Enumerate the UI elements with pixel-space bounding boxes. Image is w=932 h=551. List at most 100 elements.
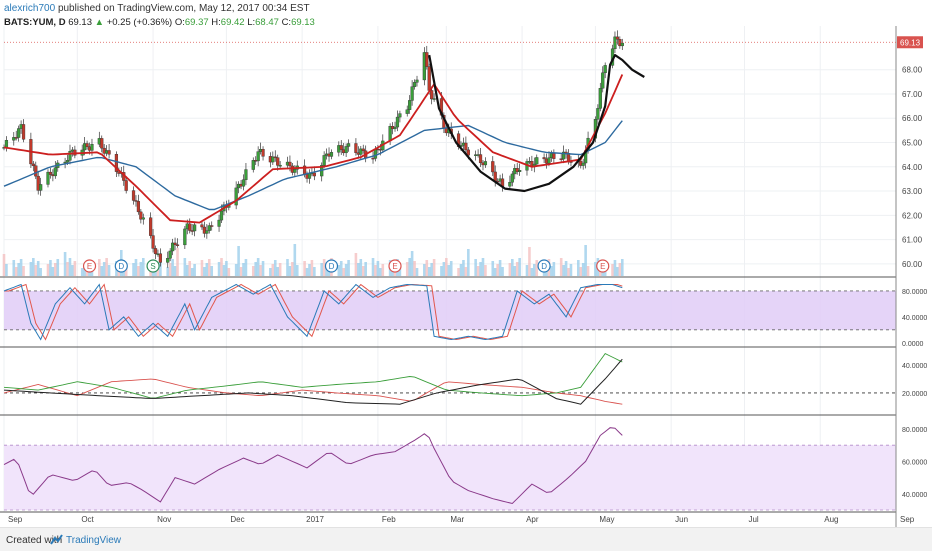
- rsi-axis-label: 40.0000: [902, 492, 927, 499]
- candle-body: [39, 184, 43, 191]
- volume-bar: [481, 258, 485, 276]
- candle-body: [493, 171, 497, 182]
- volume-bar: [271, 264, 275, 276]
- volume-bar: [427, 267, 431, 276]
- volume-bar: [102, 262, 106, 276]
- candle-body: [65, 160, 70, 163]
- volume-bar: [405, 262, 409, 276]
- event-marker: D: [537, 259, 551, 273]
- volume-bar: [217, 262, 221, 276]
- event-label: D: [329, 262, 335, 271]
- volume-bar: [244, 259, 248, 276]
- event-marker: D: [324, 259, 339, 273]
- footer-bar: Created with TradingView: [0, 527, 932, 551]
- volume-bar: [423, 264, 426, 276]
- volume-bar: [98, 259, 101, 276]
- dmi-axis-label: 40.0000: [902, 363, 927, 370]
- volume-bar: [430, 263, 433, 276]
- stoch-band: [4, 290, 896, 330]
- candle-body: [183, 228, 187, 246]
- volume-bar: [432, 259, 436, 276]
- candle-body: [205, 230, 209, 234]
- volume-bar: [613, 260, 617, 276]
- candle-body: [166, 258, 170, 263]
- volume-bar: [286, 259, 289, 276]
- volume-bar: [259, 265, 262, 276]
- volume-bar: [408, 258, 411, 276]
- volume-bar: [579, 267, 583, 276]
- candle-body: [175, 244, 180, 246]
- candle-body: [518, 170, 522, 172]
- candle-body: [312, 172, 316, 177]
- candle-body: [68, 151, 72, 161]
- stoch-axis-label: 40.0000: [902, 315, 927, 322]
- volume-bar: [508, 263, 512, 276]
- dmi-minus-line: [3, 378, 623, 405]
- volume-bar: [220, 258, 223, 276]
- chart-svg[interactable]: 68.00 67.00 66.00 65.00 64.00 63.00 62.00 61.00…: [0, 0, 932, 527]
- volume-bar: [141, 258, 145, 276]
- volume-bar: [359, 259, 363, 276]
- volume-bar: [310, 260, 314, 276]
- candle-body: [100, 138, 104, 149]
- volume-bar: [107, 265, 111, 276]
- volume-bar: [17, 263, 20, 276]
- candle-body: [478, 154, 483, 164]
- volume-bar: [295, 265, 299, 276]
- candle-body: [153, 248, 158, 255]
- volume-bar: [344, 264, 348, 276]
- volume-bar: [442, 262, 446, 276]
- candle-body: [251, 160, 255, 170]
- volume-bar: [276, 267, 280, 276]
- volume-bar: [611, 264, 614, 276]
- volume-bar: [203, 267, 206, 276]
- candle-body: [136, 201, 141, 213]
- volume-bar: [278, 263, 282, 276]
- volume-bar: [361, 266, 365, 276]
- volume-bar: [100, 266, 104, 276]
- volume-bar: [63, 252, 67, 276]
- volume-bar: [476, 266, 480, 276]
- candle-body: [601, 72, 605, 89]
- volume-bar: [2, 254, 6, 276]
- candle-body: [173, 242, 177, 245]
- candle-body: [107, 150, 111, 155]
- candle-body: [85, 143, 89, 147]
- event-marker: E: [388, 259, 402, 273]
- volume-bar: [464, 267, 468, 276]
- volume-bar: [139, 262, 143, 276]
- tradingview-link[interactable]: TradingView: [66, 535, 121, 546]
- event-label: D: [118, 262, 124, 271]
- candle-body: [124, 180, 128, 191]
- volume-bar: [210, 266, 214, 276]
- candle-body: [427, 66, 431, 91]
- volume-bar: [379, 268, 382, 276]
- event-marker: E: [82, 259, 97, 273]
- volume-bar: [29, 262, 33, 276]
- volume-bar: [56, 259, 60, 276]
- x-axis-label: Apr: [526, 515, 539, 524]
- volume-bar: [525, 265, 529, 276]
- candle-body: [158, 253, 163, 263]
- volume-bar: [205, 263, 209, 276]
- event-marker: E: [596, 259, 610, 273]
- price-axis-label: 65.00: [902, 139, 923, 148]
- event-label: E: [87, 262, 92, 271]
- candle-body: [464, 142, 468, 151]
- volume-bar: [105, 258, 108, 276]
- volume-bar: [190, 268, 194, 276]
- price-axis-label: 61.00: [902, 236, 923, 245]
- candle-body: [535, 157, 539, 165]
- volume-bar: [36, 261, 40, 276]
- volume-bar: [552, 262, 556, 276]
- volume-bar: [374, 265, 377, 276]
- volume-bar: [51, 267, 55, 276]
- volume-bar: [484, 265, 487, 276]
- candle-body: [48, 171, 53, 175]
- volume-bar: [193, 264, 196, 276]
- volume-bar: [273, 260, 277, 276]
- candle-body: [408, 100, 412, 110]
- x-axis-label: Mar: [450, 515, 464, 524]
- x-axis-label: May: [599, 515, 614, 524]
- volume-bar: [496, 264, 499, 276]
